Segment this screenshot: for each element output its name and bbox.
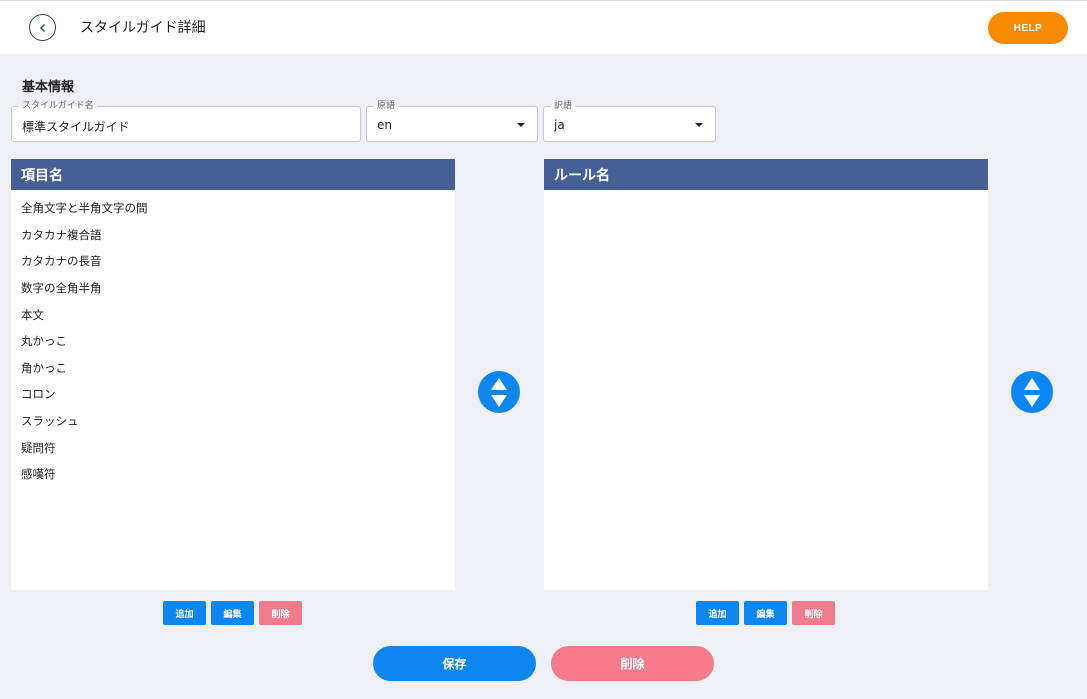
style-guide-name-field[interactable]: スタイルガイド名 標準スタイルガイド [11,100,361,142]
rules-list [544,190,988,195]
save-button[interactable]: 保存 [373,646,536,681]
dropdown-arrow-icon [517,123,525,127]
arrow-up-icon [491,378,507,390]
rules-add-button[interactable]: 追加 [696,601,739,625]
items-edit-button[interactable]: 編集 [211,601,254,625]
target-language-value: ja [554,118,565,132]
rules-panel-header: ルール名 [544,159,988,190]
list-item[interactable]: カタカナ複合語 [11,222,455,249]
list-item[interactable]: 丸かっこ [11,328,455,355]
arrow-down-icon [1024,395,1040,407]
list-item[interactable]: 数字の全角半角 [11,275,455,302]
arrow-up-icon [1024,378,1040,390]
list-item[interactable]: スラッシュ [11,408,455,435]
rules-reorder-button[interactable] [1011,371,1053,413]
style-guide-name-value: 標準スタイルガイド [22,120,130,134]
target-language-select[interactable]: 訳語 ja [543,100,716,142]
style-guide-name-label: スタイルガイド名 [19,100,97,112]
rules-panel: ルール名 [544,159,988,590]
items-reorder-button[interactable] [478,371,520,413]
top-bar: スタイルガイド詳細 HELP [0,0,1087,54]
rules-delete-button[interactable]: 削除 [792,601,835,625]
arrow-down-icon [491,395,507,407]
page-title: スタイルガイド詳細 [80,20,206,36]
source-language-value: en [377,118,392,132]
items-panel-header: 項目名 [11,159,455,190]
list-item[interactable]: 本文 [11,301,455,328]
items-panel: 項目名 全角文字と半角文字の間 カタカナ複合語 カタカナの長音 数字の全角半角 本文 丸か… [11,159,455,590]
dropdown-arrow-icon [695,123,703,127]
back-button[interactable] [29,14,56,41]
list-item[interactable]: カタカナの長音 [11,248,455,275]
list-item[interactable]: 疑問符 [11,434,455,461]
items-list: 全角文字と半角文字の間 カタカナ複合語 カタカナの長音 数字の全角半角 本文 丸かっこ 角か… [11,190,455,488]
items-add-button[interactable]: 追加 [163,601,206,625]
list-item[interactable]: 全角文字と半角文字の間 [11,195,455,222]
target-language-label: 訳語 [551,100,576,112]
source-language-select[interactable]: 原語 en [366,100,538,142]
chevron-left-icon [39,23,45,32]
list-item[interactable]: 角かっこ [11,355,455,382]
section-title: 基本情報 [22,80,75,95]
list-item[interactable]: 感嘆符 [11,461,455,488]
rules-edit-button[interactable]: 編集 [744,601,787,625]
source-language-label: 原語 [374,100,399,112]
help-button[interactable]: HELP [988,12,1068,44]
list-item[interactable]: コロン [11,381,455,408]
delete-button[interactable]: 削除 [551,646,714,681]
items-delete-button[interactable]: 削除 [259,601,302,625]
